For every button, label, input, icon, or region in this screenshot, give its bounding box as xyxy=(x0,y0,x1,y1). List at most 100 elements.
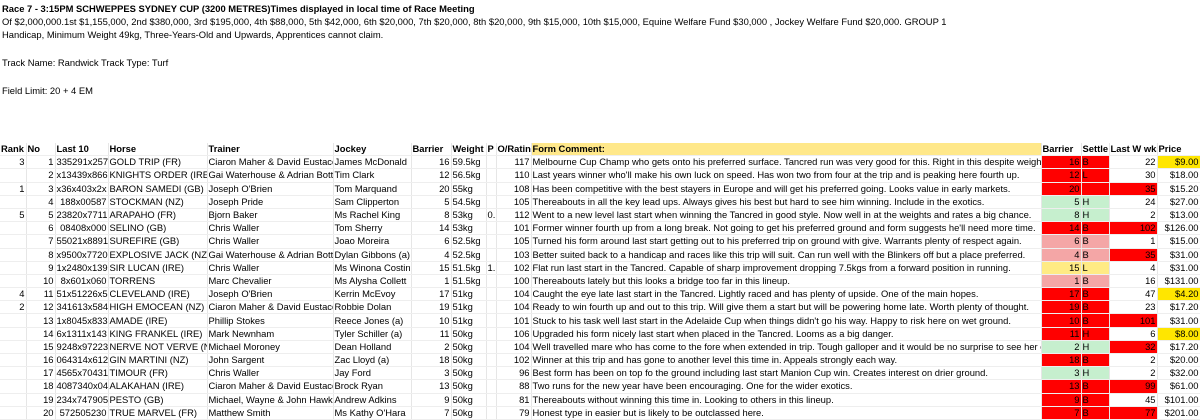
cell-last-win-weeks[interactable]: 45 xyxy=(1109,393,1158,407)
cell-last10[interactable]: 8x601x060 xyxy=(55,274,109,289)
cell-jockey[interactable]: Andrew Adkins xyxy=(333,393,412,407)
cell-trainer[interactable]: Chris Waller xyxy=(207,221,334,236)
cell-p[interactable]: 1. xyxy=(486,261,497,275)
cell-p[interactable] xyxy=(486,274,497,289)
cell-barrier-2[interactable]: 9 xyxy=(1041,393,1082,407)
cell-jockey[interactable]: Ms Winona Costin xyxy=(333,261,412,275)
cell-horse[interactable]: SIR LUCAN (IRE) xyxy=(108,261,208,275)
cell-rating[interactable]: 101 xyxy=(496,313,532,328)
table-row[interactable]: 1 3 x36x403x2x BARON SAMEDI (GB) Joseph O'Br… xyxy=(0,182,1200,196)
cell-form-comment[interactable]: Went to a new level last start when winn… xyxy=(531,208,1042,223)
cell-horse[interactable]: CLEVELAND (IRE) xyxy=(108,287,208,302)
cell-form-comment[interactable]: Caught the eye late last start in the Ta… xyxy=(531,287,1042,302)
cell-form-comment[interactable]: Thereabouts without winning this time in… xyxy=(531,393,1042,407)
table-row[interactable]: 13 1x8045x833 AMADE (IRE) Phillip Stokes Ree… xyxy=(0,313,1200,328)
cell-horse[interactable]: EXPLOSIVE JACK (NZ) xyxy=(108,248,208,262)
cell-no[interactable]: 9 xyxy=(26,261,56,275)
cell-rank[interactable] xyxy=(0,327,27,341)
cell-settle[interactable]: B xyxy=(1081,406,1110,420)
col-header-weight[interactable]: Weight xyxy=(451,143,487,157)
cell-trainer[interactable]: Chris Waller xyxy=(207,234,334,249)
cell-last-win-weeks[interactable]: 30 xyxy=(1109,168,1158,183)
cell-form-comment[interactable]: Former winner fourth up from a long brea… xyxy=(531,221,1042,236)
col-header-price[interactable]: Price xyxy=(1157,143,1200,157)
cell-trainer[interactable]: John Sargent xyxy=(207,353,334,368)
cell-rating[interactable]: 79 xyxy=(496,406,532,420)
cell-horse[interactable]: GIN MARTINI (NZ) xyxy=(108,353,208,368)
cell-rank[interactable] xyxy=(0,379,27,394)
cell-form-comment[interactable]: Honest type in easier but is likely to b… xyxy=(531,406,1042,420)
cell-barrier[interactable]: 8 xyxy=(411,208,452,223)
cell-rating[interactable]: 104 xyxy=(496,287,532,302)
cell-barrier-2[interactable]: 4 xyxy=(1041,248,1082,262)
cell-weight[interactable]: 53kg xyxy=(451,221,487,236)
cell-price[interactable]: $15.20 xyxy=(1157,182,1200,196)
table-row[interactable]: 19 234x747905 PESTO (GB) Michael, Wayne & J… xyxy=(0,393,1200,407)
cell-last-win-weeks[interactable]: 22 xyxy=(1109,155,1158,170)
cell-form-comment[interactable]: Flat run last start in the Tancred. Capa… xyxy=(531,261,1042,275)
cell-settle[interactable]: H xyxy=(1081,208,1110,223)
cell-weight[interactable]: 51.5kg xyxy=(451,274,487,289)
cell-no[interactable]: 15 xyxy=(26,340,56,355)
cell-no[interactable]: 13 xyxy=(26,313,56,328)
cell-rating[interactable]: 102 xyxy=(496,261,532,275)
cell-no[interactable]: 4 xyxy=(26,195,56,209)
cell-last10[interactable]: 4087340x04 xyxy=(55,379,109,394)
cell-rating[interactable]: 101 xyxy=(496,221,532,236)
cell-rank[interactable] xyxy=(0,313,27,328)
cell-price[interactable]: $20.00 xyxy=(1157,353,1200,368)
cell-horse[interactable]: SELINO (GB) xyxy=(108,221,208,236)
cell-rank[interactable] xyxy=(0,353,27,368)
cell-horse[interactable]: GOLD TRIP (FR) xyxy=(108,155,208,170)
cell-weight[interactable]: 50kg xyxy=(451,393,487,407)
cell-jockey[interactable]: Ms Rachel King xyxy=(333,208,412,223)
cell-barrier-2[interactable]: 14 xyxy=(1041,221,1082,236)
cell-weight[interactable]: 51kg xyxy=(451,287,487,302)
cell-settle[interactable]: H xyxy=(1081,340,1110,355)
cell-p[interactable] xyxy=(486,221,497,236)
cell-jockey[interactable]: Reece Jones (a) xyxy=(333,313,412,328)
cell-rank[interactable] xyxy=(0,406,27,420)
cell-last10[interactable]: x13439x866 xyxy=(55,168,109,183)
cell-weight[interactable]: 52.5kg xyxy=(451,248,487,262)
cell-horse[interactable]: KNIGHTS ORDER (IRE) xyxy=(108,168,208,183)
cell-p[interactable] xyxy=(486,313,497,328)
cell-price[interactable]: $126.00 xyxy=(1157,221,1200,236)
cell-last10[interactable]: 064314x612 xyxy=(55,353,109,368)
cell-form-comment[interactable]: Upgraded his form nicely last start when… xyxy=(531,327,1042,341)
cell-barrier[interactable]: 17 xyxy=(411,287,452,302)
col-header-barrier-2[interactable]: Barrier xyxy=(1041,143,1082,157)
cell-price[interactable]: $201.00 xyxy=(1157,406,1200,420)
cell-no[interactable]: 12 xyxy=(26,300,56,315)
cell-weight[interactable]: 50kg xyxy=(451,379,487,394)
cell-settle[interactable]: B xyxy=(1081,248,1110,262)
cell-form-comment[interactable]: Best form has been on top fo the ground … xyxy=(531,366,1042,381)
cell-p[interactable] xyxy=(486,379,497,394)
col-header-trainer[interactable]: Trainer xyxy=(207,143,334,157)
cell-trainer[interactable]: Joseph Pride xyxy=(207,195,334,209)
cell-price[interactable]: $18.00 xyxy=(1157,168,1200,183)
cell-settle[interactable]: B xyxy=(1081,300,1110,315)
cell-weight[interactable]: 53kg xyxy=(451,208,487,223)
cell-price[interactable]: $9.00 xyxy=(1157,155,1200,170)
cell-weight[interactable]: 51kg xyxy=(451,313,487,328)
cell-form-comment[interactable]: Better suited back to a handicap and rac… xyxy=(531,248,1042,262)
cell-rank[interactable] xyxy=(0,366,27,381)
cell-price[interactable]: $13.00 xyxy=(1157,208,1200,223)
col-header-rank[interactable]: Rank xyxy=(0,143,27,157)
cell-p[interactable] xyxy=(486,234,497,249)
cell-jockey[interactable]: Tim Clark xyxy=(333,168,412,183)
cell-p[interactable] xyxy=(486,182,497,196)
cell-horse[interactable]: ALAKAHAN (IRE) xyxy=(108,379,208,394)
cell-price[interactable]: $4.20 xyxy=(1157,287,1200,302)
cell-form-comment[interactable]: Well travelled mare who has come to the … xyxy=(531,340,1042,355)
cell-barrier[interactable]: 9 xyxy=(411,393,452,407)
cell-barrier[interactable]: 20 xyxy=(411,182,452,196)
cell-form-comment[interactable]: Stuck to his task well last start in the… xyxy=(531,313,1042,328)
cell-weight[interactable]: 59.5kg xyxy=(451,155,487,170)
cell-rating[interactable]: 104 xyxy=(496,340,532,355)
cell-p[interactable] xyxy=(486,340,497,355)
cell-rank[interactable] xyxy=(0,234,27,249)
cell-price[interactable]: $31.00 xyxy=(1157,248,1200,262)
table-row[interactable]: 17 4565x70431 TIMOUR (FR) Chris Waller Jay F… xyxy=(0,366,1200,381)
